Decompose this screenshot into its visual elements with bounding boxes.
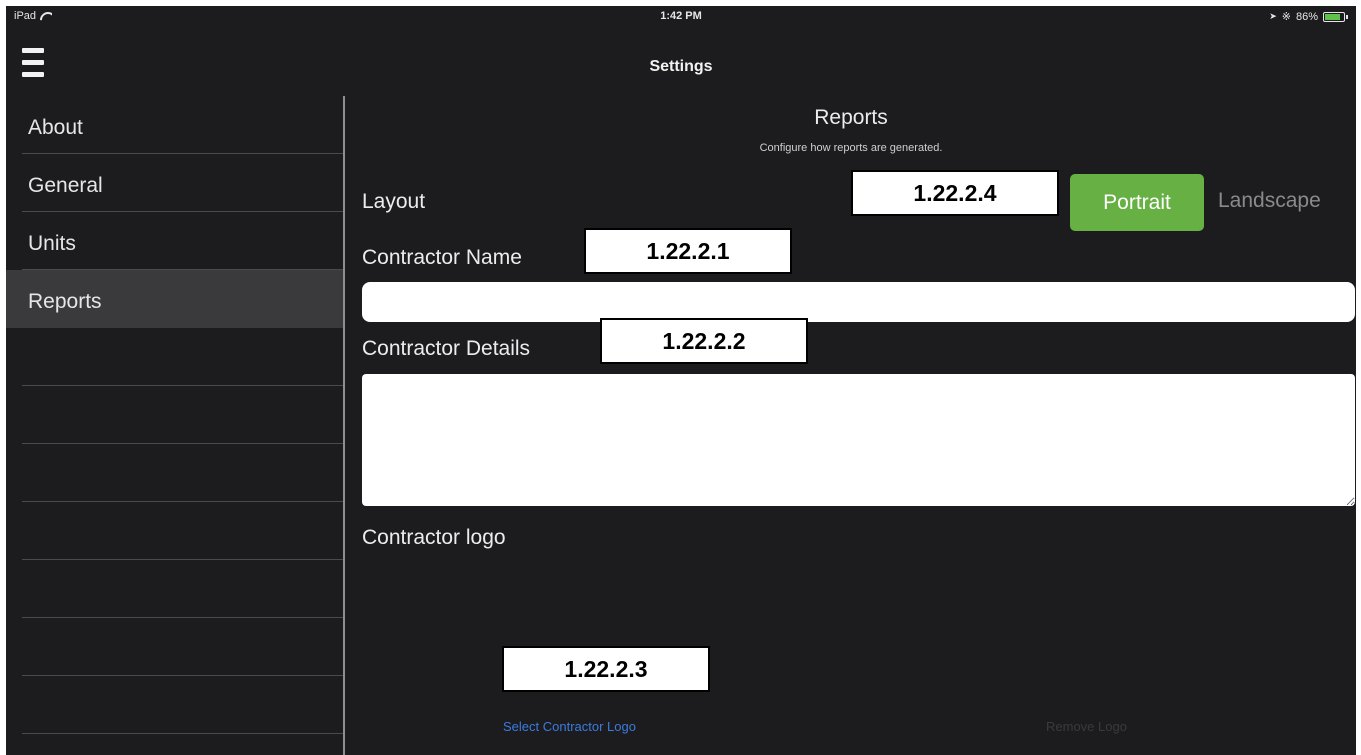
sidebar-empty-row xyxy=(22,676,343,734)
sidebar-item-reports[interactable]: Reports xyxy=(6,270,343,328)
layout-label: Layout xyxy=(362,190,426,213)
sidebar-empty-row xyxy=(22,560,343,618)
sidebar-item-general[interactable]: General xyxy=(22,154,343,212)
remove-logo-link[interactable]: Remove Logo xyxy=(1046,719,1127,734)
navigation-bar: Settings xyxy=(6,28,1356,96)
location-icon: ➤ xyxy=(1269,11,1277,21)
sidebar-empty-row xyxy=(22,328,343,386)
callout-contractor-details: 1.22.2.2 xyxy=(600,318,808,364)
contractor-name-input[interactable] xyxy=(362,282,1355,322)
layout-portrait-button[interactable]: Portrait xyxy=(1070,174,1204,231)
callout-layout: 1.22.2.4 xyxy=(851,170,1059,216)
contractor-logo-label: Contractor logo xyxy=(362,526,506,549)
bluetooth-icon: ※ xyxy=(1281,11,1291,23)
sidebar-divider xyxy=(343,96,345,755)
contractor-name-label: Contractor Name xyxy=(362,246,522,269)
select-contractor-logo-link[interactable]: Select Contractor Logo xyxy=(503,719,636,734)
sidebar-empty-row xyxy=(22,618,343,676)
sidebar-item-label: Reports xyxy=(28,290,102,313)
battery-icon xyxy=(1323,11,1345,22)
callout-select-logo: 1.22.2.3 xyxy=(502,646,710,692)
sidebar-item-label: General xyxy=(28,174,103,197)
status-right: ➤ ※ 86% xyxy=(1269,10,1348,23)
contractor-details-textarea[interactable] xyxy=(362,374,1355,506)
layout-landscape-button[interactable]: Landscape xyxy=(1218,189,1321,213)
sidebar-item-units[interactable]: Units xyxy=(22,212,343,270)
sidebar-empty-row xyxy=(22,502,343,560)
ipad-screen: iPad 1:42 PM ➤ ※ 86% Settings About Gene… xyxy=(6,6,1356,755)
contractor-details-label: Contractor Details xyxy=(362,337,531,360)
battery-fill xyxy=(1325,13,1341,20)
battery-tip xyxy=(1346,14,1348,19)
sidebar-empty-row xyxy=(22,444,343,502)
battery-percent: 86% xyxy=(1295,10,1318,23)
settings-sidebar: About General Units Reports xyxy=(6,96,343,755)
section-title: Reports xyxy=(814,106,888,129)
callout-contractor-name: 1.22.2.1 xyxy=(584,228,792,274)
sidebar-item-label: Units xyxy=(28,232,76,255)
sidebar-empty-row xyxy=(22,386,343,444)
sidebar-item-label: About xyxy=(28,116,83,139)
nav-title: Settings xyxy=(649,58,713,75)
sidebar-item-about[interactable]: About xyxy=(22,96,343,154)
status-time: 1:42 PM xyxy=(660,10,702,22)
status-bar: iPad 1:42 PM ➤ ※ 86% xyxy=(6,6,1356,28)
section-subtitle: Configure how reports are generated. xyxy=(759,142,943,154)
